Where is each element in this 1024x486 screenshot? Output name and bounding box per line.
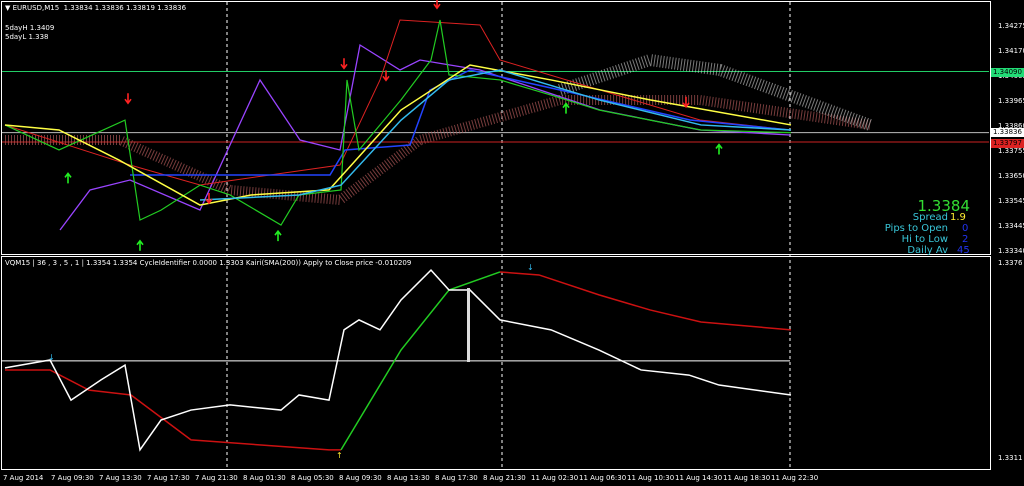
time-axis-label: 8 Aug 09:30 <box>339 474 382 482</box>
symbol-label: EURUSD,M15 <box>12 4 60 12</box>
indicator-signal-down <box>5 369 341 451</box>
time-axis-label: 7 Aug 09:30 <box>51 474 94 482</box>
arrow-down-icon <box>682 96 690 109</box>
time-axis-label: 8 Aug 13:30 <box>387 474 430 482</box>
series-yellow_ma <box>4 64 792 206</box>
arrow-up-icon <box>136 239 144 251</box>
price-tag-current: 1.33836 <box>991 128 1024 137</box>
time-axis-label: 7 Aug 21:30 <box>195 474 238 482</box>
time-axis-label: 7 Aug 17:30 <box>147 474 190 482</box>
five-day-high: 5dayH 1.3409 <box>5 24 55 32</box>
price-axis-label: 1.33965 <box>998 97 1024 105</box>
price-axis-label: 1.33755 <box>998 147 1024 155</box>
indicator-signal-down <box>499 271 792 331</box>
time-axis-label: 8 Aug 05:30 <box>291 474 334 482</box>
red-envelope <box>4 19 791 186</box>
purple-line <box>59 43 791 231</box>
dropdown-triangle-icon[interactable]: ▼ <box>5 4 10 12</box>
price-axis-label: 1.33340 <box>998 247 1024 255</box>
arrow-down-icon <box>433 0 441 10</box>
price-axis-label: 1.34170 <box>998 47 1024 55</box>
time-axis-label: 11 Aug 18:30 <box>723 474 771 482</box>
time-axis-label: 7 Aug 13:30 <box>99 474 142 482</box>
arrow-up-icon <box>64 172 72 184</box>
indicator-down-arrow-icon: ↓ <box>527 263 534 272</box>
daily-av-value: 45 <box>957 245 970 256</box>
time-axis-label: 11 Aug 22:30 <box>771 474 819 482</box>
spread-value: 1.9 <box>950 212 966 223</box>
price-axis-label: 1.34275 <box>998 22 1024 30</box>
indicator-up-arrow-icon: ↑ <box>336 451 343 460</box>
arrow-up-icon <box>562 102 570 114</box>
time-axis-label: 8 Aug 17:30 <box>435 474 478 482</box>
price-axis-label: 1.33545 <box>998 197 1024 205</box>
indicator-down-arrow-icon: ↓ <box>48 353 55 362</box>
arrow-down-icon <box>124 93 132 105</box>
time-axis-label: 11 Aug 10:30 <box>627 474 675 482</box>
ichimoku-cloud-upper <box>558 53 873 131</box>
time-axis-label: 11 Aug 06:30 <box>579 474 627 482</box>
price-axis-label: 1.33650 <box>998 172 1024 180</box>
time-axis-label: 11 Aug 02:30 <box>531 474 579 482</box>
arrow-up-icon <box>715 143 723 155</box>
time-axis-label: 8 Aug 21:30 <box>483 474 526 482</box>
arrow-down-icon <box>340 58 348 70</box>
arrow-up-icon <box>274 229 282 242</box>
ohlc-values: 1.33834 1.33836 1.33819 1.33836 <box>63 4 187 12</box>
price-tag-red: 1.33797 <box>991 139 1024 148</box>
pips-to-open-value: 0 <box>962 223 969 234</box>
hi-to-low-value: 2 <box>962 234 969 245</box>
indicator-spike <box>467 288 470 362</box>
price-axis-label: 1.33445 <box>998 222 1024 230</box>
hi-to-low-label: Hi to Low <box>901 234 948 245</box>
chart-title: ▼ EURUSD,M15 1.33834 1.33836 1.33819 1.3… <box>5 4 186 12</box>
pips-to-open-label: Pips to Open <box>884 223 948 234</box>
series-cyan_ma <box>199 69 792 201</box>
time-axis-label: 11 Aug 14:30 <box>675 474 723 482</box>
time-axis-label: 8 Aug 01:30 <box>243 474 286 482</box>
five-day-low: 5dayL 1.338 <box>5 33 49 41</box>
indicator-main-line <box>4 269 792 452</box>
spread-label: Spread <box>912 212 948 223</box>
daily-av-label: Daily Av <box>907 245 948 256</box>
indicator-axis-bottom: 1.3311 <box>998 454 1023 462</box>
price-tag-green: 1.34090 <box>991 68 1024 77</box>
indicator-axis-top: 1.3376 <box>998 259 1023 267</box>
time-axis-label: 7 Aug 2014 <box>3 474 44 482</box>
indicator-header: VQM15 | 36 , 3 , 5 , 1 | 1.3354 1.3354 C… <box>5 259 412 267</box>
